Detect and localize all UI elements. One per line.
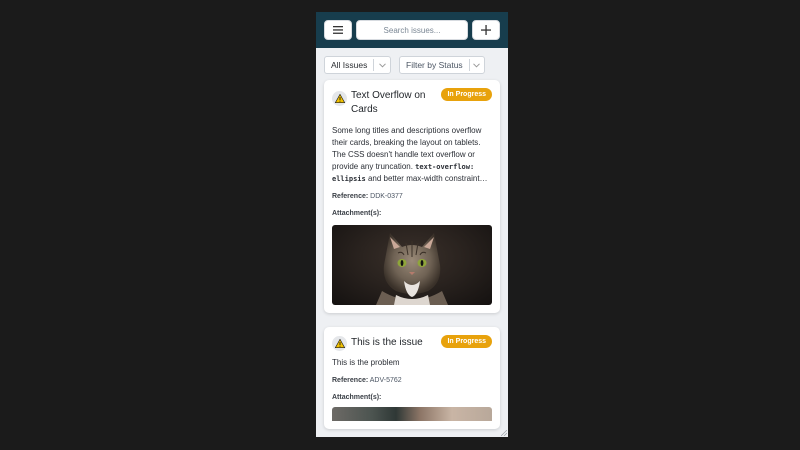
issues-select-label: All Issues [331, 60, 368, 70]
search-input[interactable]: Search issues... [356, 20, 468, 40]
card-header: Text Overflow on Cards In Progress [332, 88, 492, 117]
issue-card[interactable]: This is the issue In Progress This is th… [324, 327, 500, 429]
attachment-image[interactable] [332, 225, 492, 305]
status-badge: In Progress [441, 88, 492, 101]
reference-label: Reference: [332, 193, 369, 200]
top-bar: Search issues... [316, 12, 508, 48]
resize-handle-icon[interactable] [501, 430, 507, 436]
status-badge: In Progress [441, 335, 492, 348]
menu-button[interactable] [324, 20, 352, 40]
hamburger-icon [333, 26, 343, 34]
add-issue-button[interactable] [472, 20, 500, 40]
attachments-label: Attachment(s): [332, 394, 382, 401]
reference-label: Reference: [332, 377, 369, 384]
cat-photo [376, 233, 448, 305]
app-frame: Search issues... All Issues Filter by St… [316, 12, 508, 437]
card-header: This is the issue In Progress [332, 335, 492, 351]
description-text-end: and better max-width constraint… [365, 174, 488, 183]
issue-description: Some long titles and descriptions overfl… [332, 125, 492, 185]
status-select-label: Filter by Status [406, 60, 463, 70]
issue-title: Text Overflow on Cards [351, 90, 426, 115]
issue-card[interactable]: Text Overflow on Cards In Progress Some … [324, 80, 500, 313]
chevron-down-icon [470, 62, 484, 68]
warning-icon [332, 336, 347, 351]
status-select[interactable]: Filter by Status [399, 56, 485, 74]
issue-title: This is the issue [351, 337, 423, 348]
issues-select[interactable]: All Issues [324, 56, 391, 74]
warning-icon [332, 91, 347, 106]
reference-line: Reference: DDK-0377 [332, 193, 492, 200]
reference-value: ADV-5762 [369, 377, 402, 384]
reference-line: Reference: ADV-5762 [332, 377, 492, 384]
filter-bar: All Issues Filter by Status [316, 48, 508, 80]
attachment-image[interactable] [332, 407, 492, 421]
chevron-down-icon [374, 62, 390, 68]
issue-description: This is the problem [332, 358, 400, 367]
reference-value: DDK-0377 [370, 193, 403, 200]
attachments-label: Attachment(s): [332, 210, 382, 217]
plus-icon [481, 25, 491, 35]
